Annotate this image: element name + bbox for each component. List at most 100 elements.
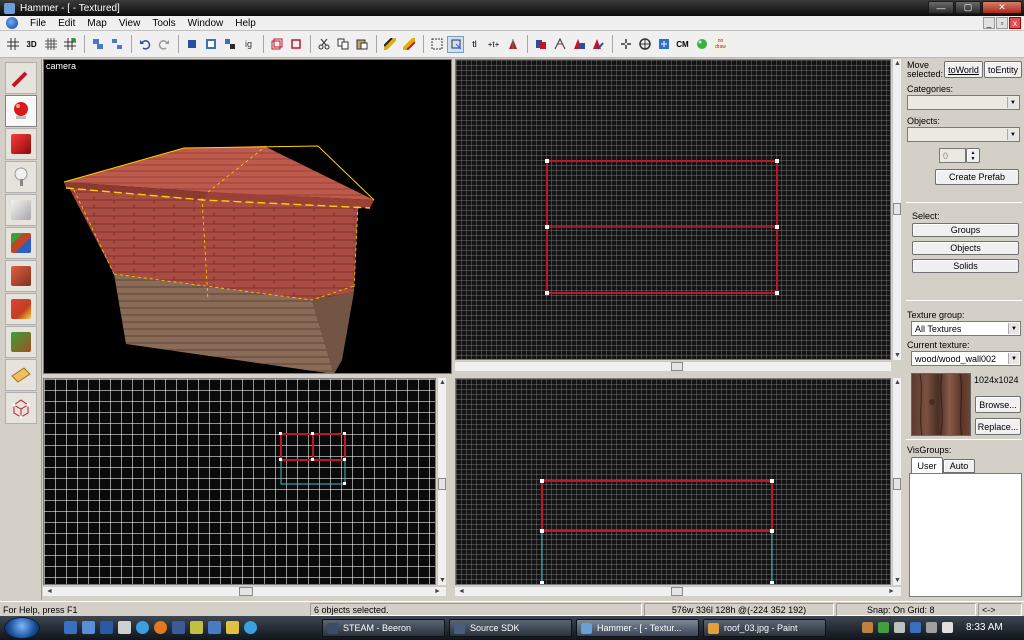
quicklaunch-app-icon[interactable] [118,621,131,634]
hide-unselected-icon[interactable] [221,36,238,53]
quicklaunch-app2-icon[interactable] [208,621,221,634]
tab-auto[interactable]: Auto [943,459,975,473]
tray-icon[interactable] [862,622,873,633]
top-2d-viewport[interactable] [455,59,891,360]
taskbar-steam[interactable]: STEAM - Beeron [322,619,445,637]
carve-icon[interactable] [183,36,200,53]
toggle-cordon-icon[interactable] [400,36,417,53]
current-texture-dropdown[interactable]: wood/wood_wall002 ▼ [911,351,1021,366]
side-view-hscroll[interactable]: ◄ ► [455,586,901,596]
categories-dropdown[interactable]: ▼ [907,95,1020,110]
tray-app3-icon[interactable] [942,622,953,633]
front-view-vscroll[interactable]: ▲ ▼ [437,378,446,585]
compile-icon[interactable] [617,36,634,53]
steam-icon[interactable] [172,621,185,634]
hide-selected-icon[interactable] [202,36,219,53]
select-by-handles-icon[interactable] [447,35,464,53]
prefab-count-spinner[interactable]: ▲ ▼ [966,148,980,163]
flip-icon[interactable] [504,36,521,53]
selection-box-icon[interactable] [428,36,445,53]
maximize-button[interactable]: ▢ [955,1,981,14]
cubemaps-icon[interactable]: CM [674,36,691,53]
internet-explorer-icon[interactable] [100,621,113,634]
decal-tool-button[interactable] [5,293,37,325]
objects-dropdown[interactable]: ▼ [907,127,1020,142]
entity-tool-button[interactable] [5,161,37,193]
media-player-icon[interactable] [226,621,239,634]
browse-button[interactable]: Browse... [975,396,1021,413]
hammer-logo-icon[interactable] [6,17,18,29]
menu-view[interactable]: View [113,18,147,29]
tray-app2-icon[interactable] [926,622,937,633]
grid-smaller-icon[interactable] [42,36,59,53]
select-groups-button[interactable]: Groups [912,223,1019,237]
menu-help[interactable]: Help [229,18,262,29]
front-view-hscroll[interactable]: ◄ ► [43,586,446,596]
taskbar-hammer[interactable]: Hammer - [ - Textur... [576,619,699,637]
redo-icon[interactable] [155,36,172,53]
green-ball-icon[interactable] [693,36,710,53]
texture-preview-image[interactable] [911,373,971,436]
world-icon[interactable] [636,36,653,53]
top-view-hscroll[interactable] [455,361,891,371]
3d-grid-icon[interactable]: 3D [23,36,40,53]
quicklaunch-tool-icon[interactable] [190,621,203,634]
texture-lock-toggle-icon[interactable]: tl [466,36,483,53]
create-prefab-button[interactable]: Create Prefab [935,169,1019,185]
visgroups-list[interactable] [909,473,1022,597]
switch-windows-icon[interactable] [82,621,95,634]
camera-viewport[interactable]: camera [43,59,452,374]
texture-application-button[interactable] [5,227,37,259]
to-entity-button[interactable]: toEntity [984,61,1022,78]
apply-current-texture-button[interactable] [5,260,37,292]
side-view-vscroll[interactable]: ▲ ▼ [892,378,901,585]
menu-file[interactable]: File [24,18,52,29]
tray-app-icon[interactable] [910,622,921,633]
top-view-vscroll[interactable]: ▲ ▼ [892,59,901,360]
copy-icon[interactable] [334,36,351,53]
group-icon[interactable] [89,36,106,53]
grid-larger-icon[interactable] [61,36,78,53]
taskbar-paint[interactable]: roof_03.jpg - Paint [703,619,826,637]
select-solids-button[interactable]: Solids [912,259,1019,273]
block-tool-button[interactable] [5,194,37,226]
front-2d-viewport[interactable] [43,378,436,585]
vertex-manipulation-button[interactable] [5,392,37,424]
clip-tool-icon[interactable] [551,36,568,53]
camera-tool-button[interactable] [5,128,37,160]
taskbar-clock[interactable]: 8:33 AM [966,622,1003,633]
side-2d-viewport[interactable] [455,378,891,585]
selection-tool-button[interactable] [5,62,37,94]
no-draw-icon[interactable]: no draw [712,35,729,53]
quicklaunch-search-icon[interactable] [244,621,257,634]
ungroup-icon[interactable] [108,36,125,53]
menu-map[interactable]: Map [81,18,112,29]
tray-network-icon[interactable] [878,622,889,633]
prefab-count-field[interactable]: 0 [939,148,966,163]
mdi-close-button[interactable]: x [1009,17,1021,29]
select-objects-button[interactable]: Objects [912,241,1019,255]
quicklaunch-globe-icon[interactable] [136,621,149,634]
vertex-tool-icon[interactable] [532,36,549,53]
replace-button[interactable]: Replace... [975,418,1021,435]
show-desktop-icon[interactable] [64,621,77,634]
mdi-restore-button[interactable]: ▫ [996,17,1008,29]
menu-tools[interactable]: Tools [146,18,181,29]
undo-icon[interactable] [136,36,153,53]
grid-toggle-icon[interactable] [4,36,21,53]
overlay-tool-button[interactable] [5,326,37,358]
texture-lock-icon[interactable] [287,36,304,53]
taskbar-source-sdk[interactable]: Source SDK [449,619,572,637]
minimize-button[interactable]: — [928,1,954,14]
overlay-tool-icon[interactable] [570,36,587,53]
show-helpers-icon[interactable] [268,36,285,53]
path-tool-icon[interactable] [589,36,606,53]
mdi-minimize-button[interactable]: _ [983,17,995,29]
ignore-groups-icon[interactable]: ig [240,36,257,53]
tab-user[interactable]: User [911,457,943,473]
toggle-models-icon[interactable] [381,36,398,53]
start-button[interactable] [4,617,40,639]
tray-volume-icon[interactable] [894,622,905,633]
entity-report-icon[interactable] [655,36,672,53]
to-world-button[interactable]: toWorld [944,61,983,78]
